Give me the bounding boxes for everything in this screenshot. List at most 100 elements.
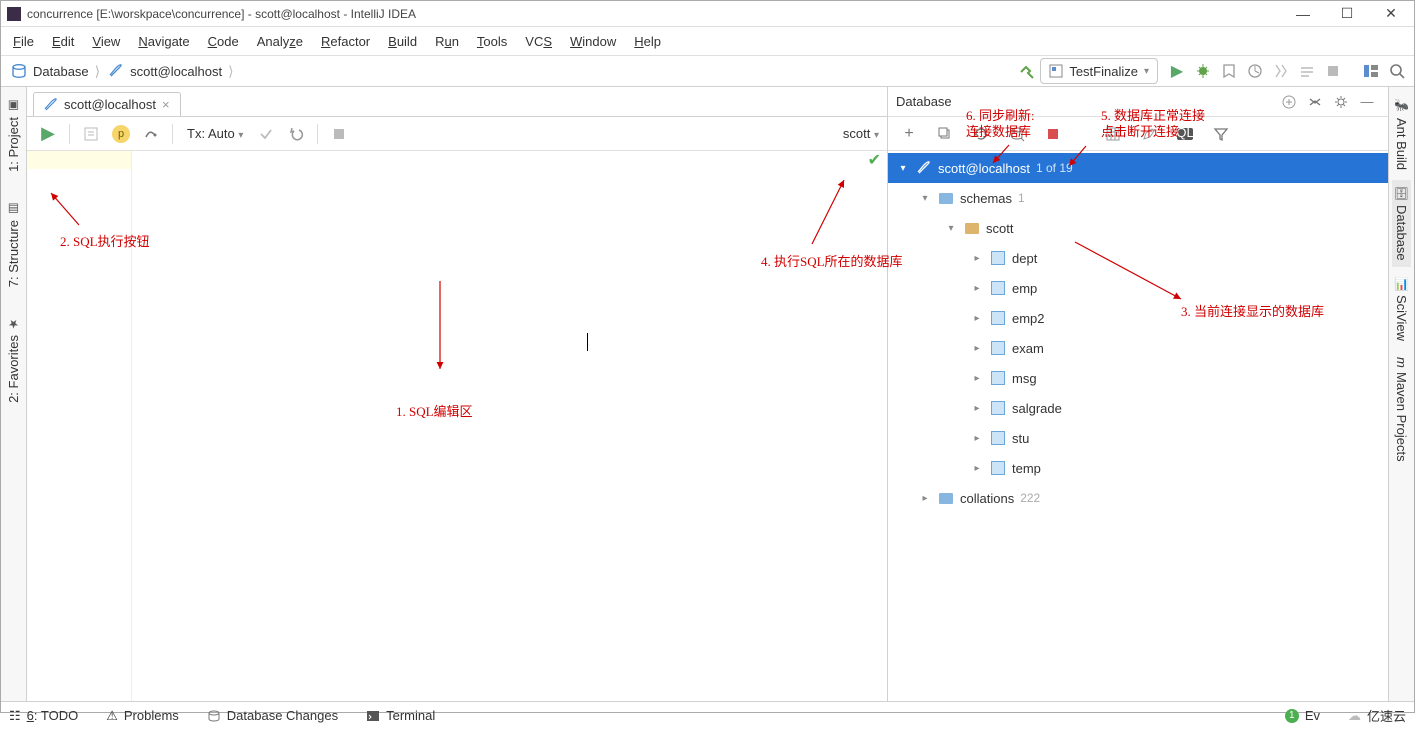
chevron-right-icon[interactable]: ▸ [970,313,984,324]
hide-panel-icon[interactable]: — [1354,89,1380,115]
status-terminal[interactable]: Terminal [366,708,435,723]
chevron-right-icon[interactable]: ▸ [918,493,932,504]
debug-button[interactable] [1190,58,1216,84]
tab-sciview[interactable]: 📊SciView [1392,271,1411,348]
new-icon[interactable]: + [896,121,922,147]
chevron-right-icon[interactable]: ▸ [970,373,984,384]
chevron-right-icon[interactable]: ▸ [970,253,984,264]
coverage-button[interactable] [1216,58,1242,84]
status-problems[interactable]: ⚠Problems [106,708,179,724]
breadcrumb-database[interactable]: Database [5,57,95,85]
table-icon [990,250,1006,266]
panel-settings-icon[interactable] [1328,89,1354,115]
tab-favorites[interactable]: 2: Favorites★ [4,311,23,409]
tab-structure[interactable]: 7: Structure▤ [4,196,23,293]
commit-button[interactable] [253,121,279,147]
tx-mode-selector[interactable]: Tx: Auto ▾ [181,126,249,141]
datasource-properties-icon[interactable] [1004,121,1030,147]
breadcrumb-connection[interactable]: scott@localhost [102,57,228,85]
menu-analyze[interactable]: Analyze [249,31,311,52]
inspection-ok-icon: ✔ [868,150,881,170]
chevron-right-icon[interactable]: ▸ [970,463,984,474]
menu-navigate[interactable]: Navigate [130,31,197,52]
tree-table[interactable]: ▸exam [888,333,1388,363]
concurrent-button[interactable] [1268,58,1294,84]
database-toolbar: + QL [888,117,1388,151]
menu-view[interactable]: View [84,31,128,52]
menu-tools[interactable]: Tools [469,31,515,52]
run-config-selector[interactable]: TestFinalize ▾ [1040,58,1158,84]
refresh-icon[interactable] [968,121,994,147]
sql-console-icon[interactable]: QL [1172,121,1198,147]
tab-project[interactable]: 1: Project▣ [4,93,23,178]
table-view-icon[interactable] [1100,121,1126,147]
menu-vcs[interactable]: VCS [517,31,560,52]
cancel-query-button[interactable] [326,121,352,147]
run-button[interactable]: ▶ [1164,58,1190,84]
menu-build[interactable]: Build [380,31,425,52]
menu-file[interactable]: File [5,31,42,52]
table-icon [990,400,1006,416]
stop-button[interactable] [1320,58,1346,84]
maximize-button[interactable]: ☐ [1340,7,1354,21]
menu-refactor[interactable]: Refactor [313,31,378,52]
rollback-button[interactable] [283,121,309,147]
tree-schemas[interactable]: ▾ schemas 1 [888,183,1388,213]
status-db-changes[interactable]: Database Changes [207,708,338,723]
menu-run[interactable]: Run [427,31,467,52]
text-caret [587,333,588,351]
chevron-down-icon[interactable]: ▾ [944,223,958,234]
tab-database[interactable]: 🗄Database [1392,180,1411,267]
database-panel-title: Database [896,94,1276,109]
explain-plan-button[interactable] [78,121,104,147]
add-datasource-icon[interactable] [1276,89,1302,115]
chevron-right-icon[interactable]: ▸ [970,283,984,294]
editor-tab-console[interactable]: scott@localhost × [33,92,181,116]
search-everywhere-button[interactable] [1384,58,1410,84]
attach-process-button[interactable] [1294,58,1320,84]
database-tool-window: Database — + QL ▾ scott@localhost 1 of 1… [887,87,1388,701]
tab-maven[interactable]: mMaven Projects [1392,351,1411,467]
minimize-button[interactable]: — [1296,7,1310,21]
menu-edit[interactable]: Edit [44,31,82,52]
menu-help[interactable]: Help [626,31,669,52]
filter-icon[interactable] [1208,121,1234,147]
tree-table[interactable]: ▸emp2 [888,303,1388,333]
disconnect-icon[interactable] [1040,121,1066,147]
tree-table[interactable]: ▸msg [888,363,1388,393]
database-tree[interactable]: ▾ scott@localhost 1 of 19 ▾ schemas 1 ▾ … [888,151,1388,701]
chevron-down-icon[interactable]: ▾ [918,193,932,204]
execute-button[interactable]: ▶ [35,121,61,147]
tree-table[interactable]: ▸emp [888,273,1388,303]
collapse-expand-icon[interactable] [1302,89,1328,115]
browse-history-button[interactable]: p [108,121,134,147]
tree-collations[interactable]: ▸ collations 222 [888,483,1388,513]
tree-schema[interactable]: ▾ scott [888,213,1388,243]
status-todo[interactable]: ☷6: TODO [9,708,78,724]
settings-button[interactable] [138,121,164,147]
tree-table[interactable]: ▸stu [888,423,1388,453]
project-structure-button[interactable] [1358,58,1384,84]
chevron-right-icon[interactable]: ▸ [970,433,984,444]
duplicate-icon[interactable] [932,121,958,147]
schema-selector[interactable]: scott ▾ [843,126,879,141]
chevron-right-icon[interactable]: ▸ [970,403,984,414]
menu-window[interactable]: Window [562,31,624,52]
tree-root-connection[interactable]: ▾ scott@localhost 1 of 19 [888,153,1388,183]
menu-code[interactable]: Code [200,31,247,52]
tree-schemas-count: 1 [1018,191,1025,205]
tree-table[interactable]: ▸dept [888,243,1388,273]
build-icon[interactable] [1014,58,1040,84]
tree-table[interactable]: ▸temp [888,453,1388,483]
chevron-right-icon[interactable]: ▸ [970,343,984,354]
status-event[interactable]: 1Ev [1285,708,1320,723]
tab-ant-build[interactable]: 🐜Ant Build [1392,93,1411,176]
editor-area[interactable]: ✔ [27,151,887,701]
close-tab-icon[interactable]: × [162,97,170,112]
edit-icon[interactable] [1136,121,1162,147]
close-button[interactable]: ✕ [1384,7,1398,21]
chevron-down-icon[interactable]: ▾ [896,163,910,174]
profile-button[interactable] [1242,58,1268,84]
tree-table[interactable]: ▸salgrade [888,393,1388,423]
editor-text[interactable]: ✔ [132,151,887,701]
